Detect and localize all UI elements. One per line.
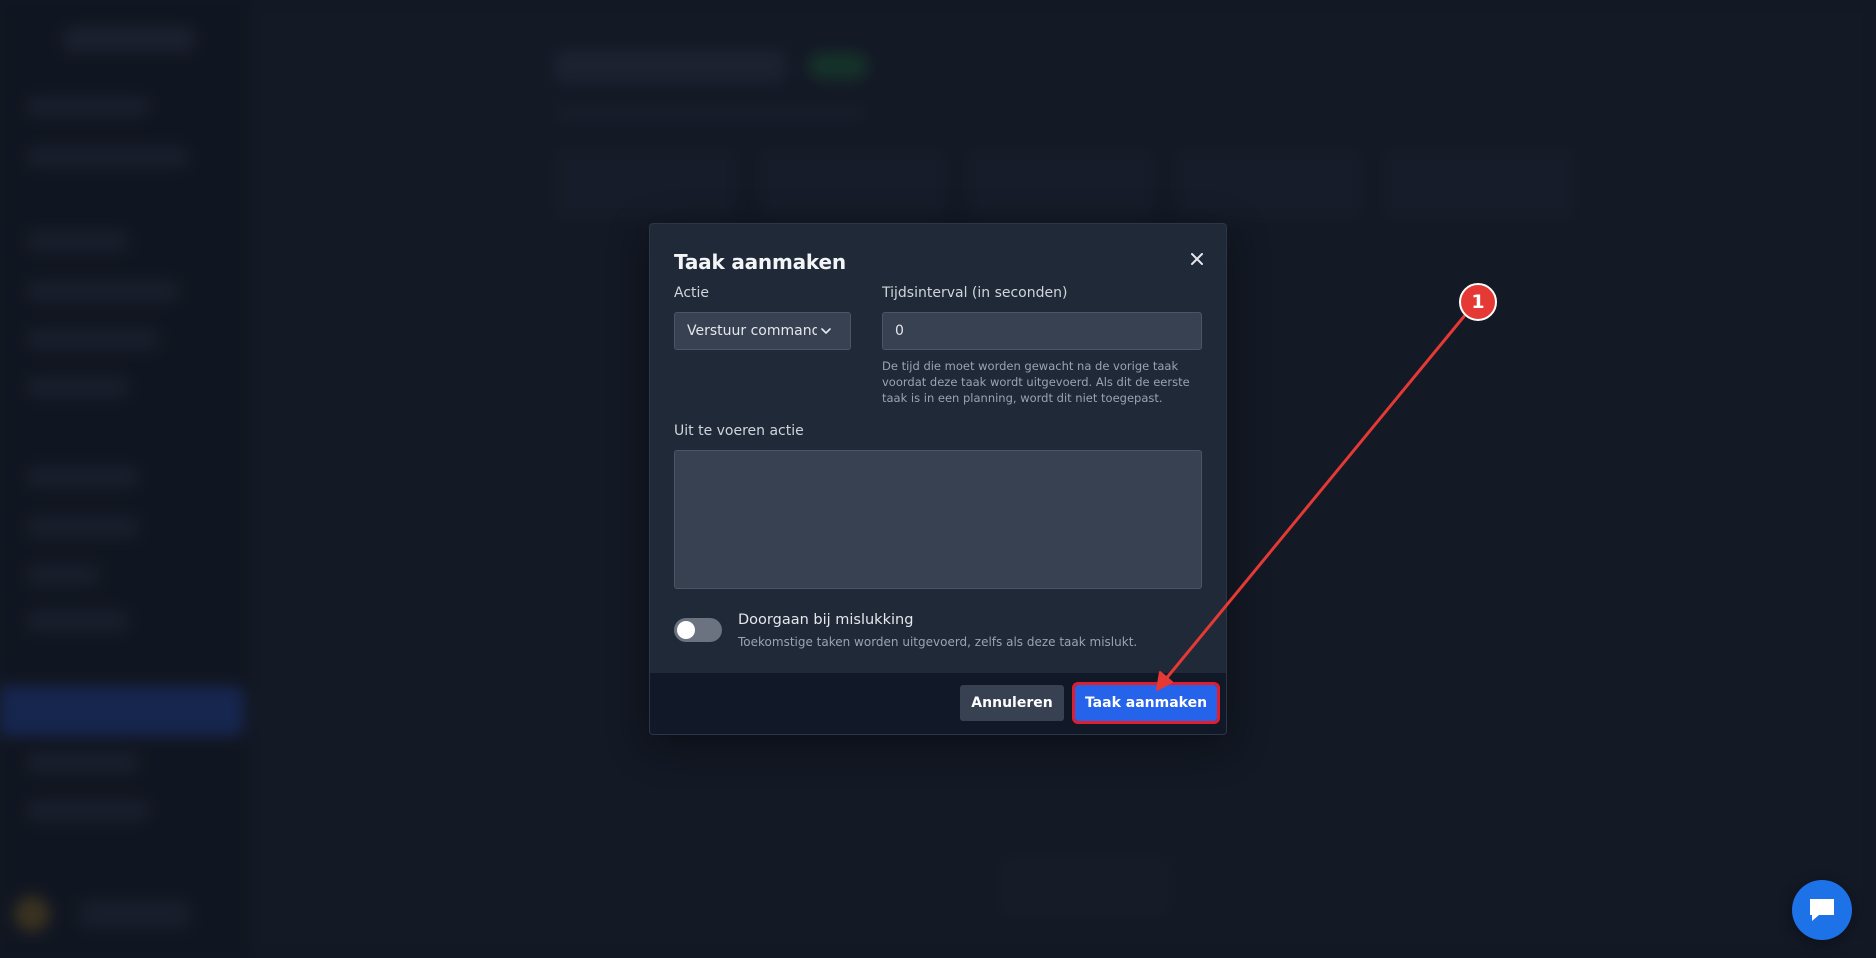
- close-button[interactable]: [1186, 248, 1208, 270]
- create-task-modal: Taak aanmaken Actie Verstuur commando Ti…: [649, 223, 1227, 735]
- cancel-button[interactable]: Annuleren: [960, 685, 1064, 721]
- modal-title: Taak aanmaken: [674, 250, 846, 274]
- modal-footer: Annuleren Taak aanmaken: [650, 673, 1226, 734]
- chevron-down-icon: [821, 327, 831, 335]
- interval-label: Tijdsinterval (in seconden): [882, 285, 1068, 301]
- create-task-button[interactable]: Taak aanmaken: [1072, 682, 1220, 724]
- step-badge: 1: [1459, 283, 1497, 321]
- action-select-value: Verstuur commando: [687, 323, 817, 339]
- chat-button[interactable]: [1792, 880, 1852, 940]
- interval-input[interactable]: [882, 312, 1202, 350]
- payload-label: Uit te voeren actie: [674, 423, 804, 439]
- close-icon: [1191, 253, 1203, 265]
- chat-bubble-icon: [1810, 899, 1834, 921]
- continue-on-failure-title: Doorgaan bij mislukking: [738, 612, 914, 628]
- interval-help-text: De tijd die moet worden gewacht na de vo…: [882, 359, 1190, 405]
- action-label: Actie: [674, 285, 710, 301]
- payload-textarea[interactable]: [674, 450, 1202, 589]
- continue-on-failure-toggle[interactable]: [674, 618, 722, 642]
- continue-on-failure-description: Toekomstige taken worden uitgevoerd, zel…: [738, 635, 1138, 649]
- action-select[interactable]: Verstuur commando: [674, 312, 851, 350]
- toggle-knob: [677, 621, 695, 639]
